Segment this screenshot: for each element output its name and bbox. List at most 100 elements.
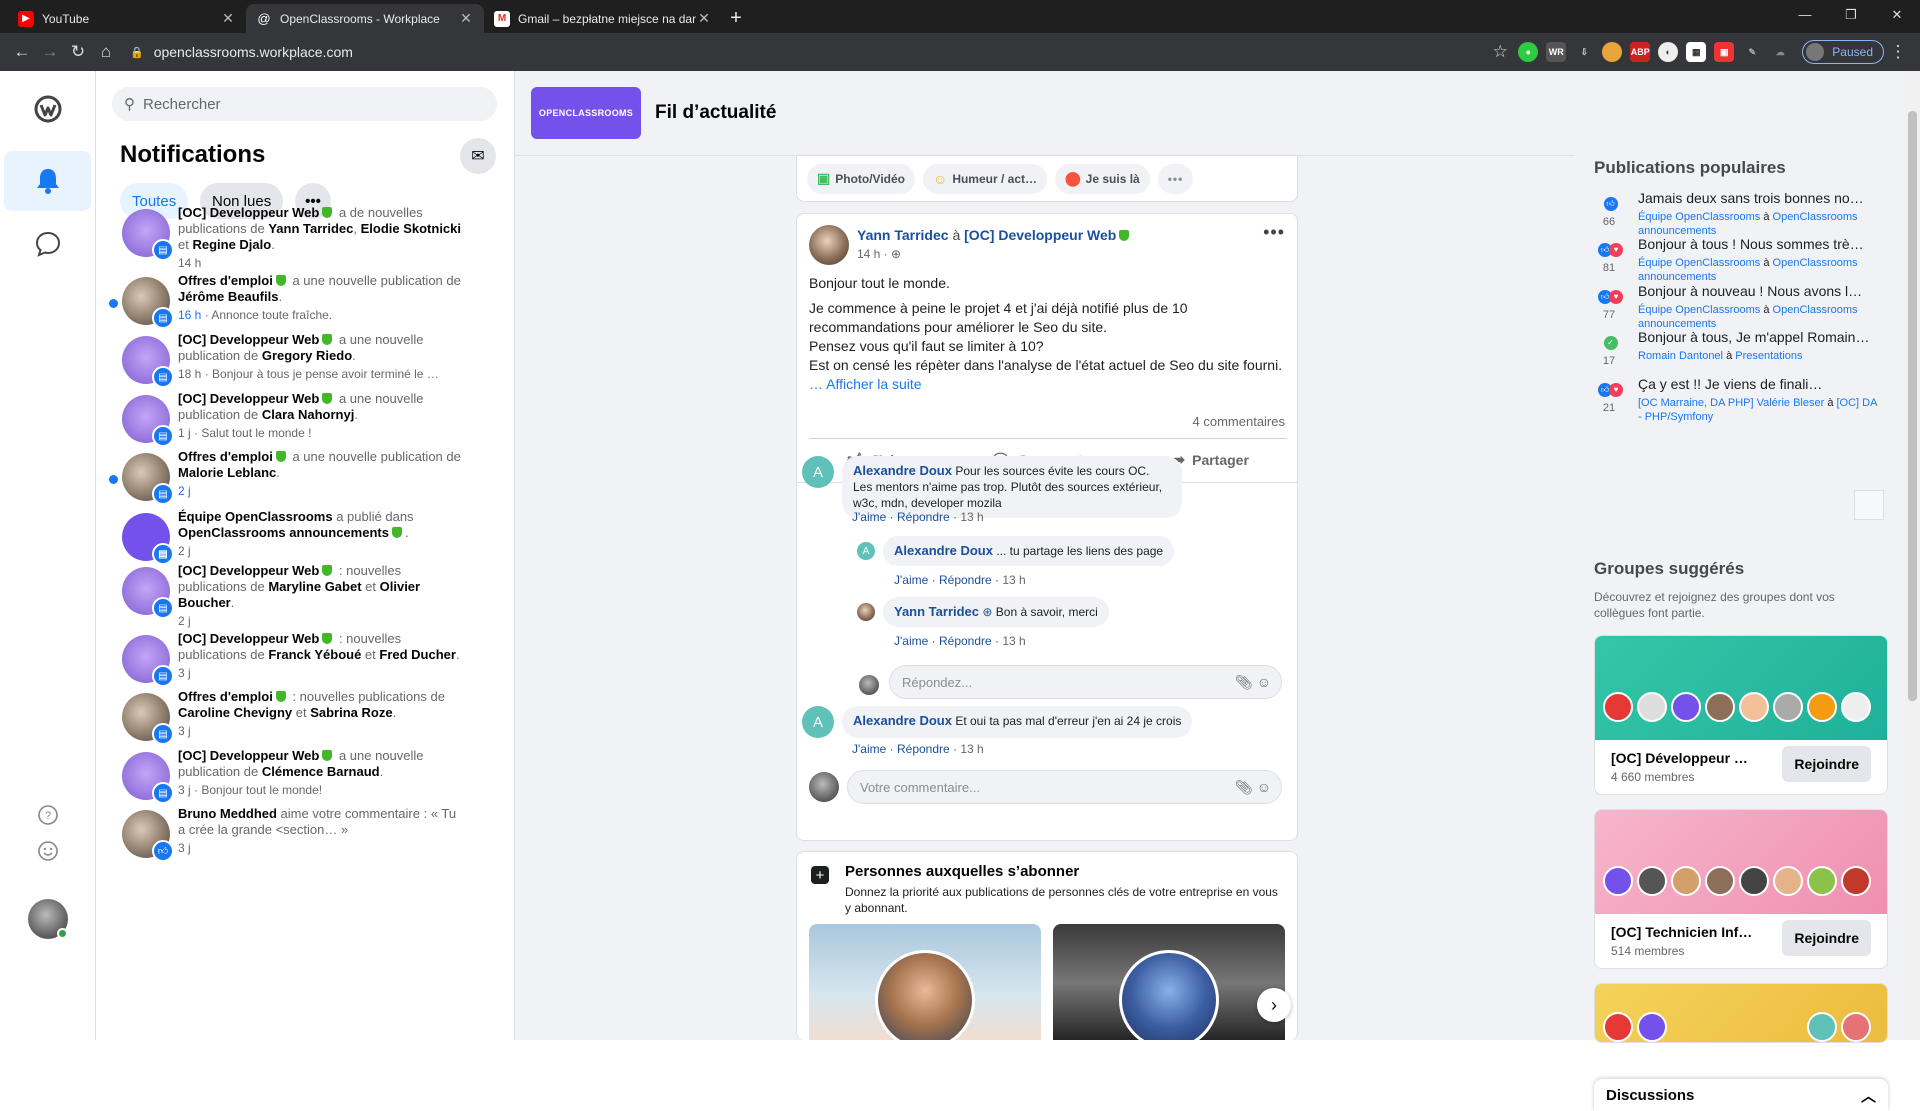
mark-all-read-button[interactable]: ✉ — [460, 138, 496, 174]
bookmark-star-icon[interactable]: ☆ — [1486, 38, 1514, 66]
tab-gmail[interactable]: M Gmail – bezpłatne miejsce na dane ✕ — [484, 4, 722, 33]
back-icon[interactable]: ← — [8, 38, 36, 66]
comment-author[interactable]: Alexandre Doux — [853, 713, 952, 728]
notification-item[interactable]: ▤ [OC] Developpeur Web a une nouvelle pub… — [104, 748, 504, 804]
minimize-icon[interactable]: — — [1782, 0, 1828, 33]
popular-post-author[interactable]: Équipe OpenClassrooms — [1638, 304, 1760, 316]
comment-author[interactable]: Yann Tarridec — [894, 604, 979, 619]
popular-post-group[interactable]: Presentations — [1735, 350, 1802, 362]
group-card[interactable] — [1594, 983, 1888, 1043]
notification-item[interactable]: ▤ [OC] Developpeur Web a de nouvelles pub… — [104, 205, 504, 270]
avatar[interactable] — [857, 603, 875, 621]
notification-item[interactable]: ▤ [OC] Developpeur Web a une nouvelle pub… — [104, 332, 504, 388]
notification-item[interactable]: ▤ [OC] Developpeur Web : nouvelles public… — [104, 563, 504, 628]
discussions-bar[interactable]: Discussions ︿ — [1594, 1079, 1888, 1111]
group-name[interactable]: [OC] Développeur … — [1611, 750, 1761, 766]
check-in-button[interactable]: ⬤ Je suis là — [1055, 163, 1150, 194]
next-arrow-button[interactable]: › — [1257, 988, 1291, 1022]
popular-post-author[interactable]: Équipe OpenClassrooms — [1638, 211, 1760, 223]
extension-icon[interactable] — [1602, 42, 1623, 62]
tab-workplace[interactable]: @ OpenClassrooms - Workplace ✕ — [246, 4, 484, 33]
avatar[interactable]: A — [802, 706, 834, 738]
feedback-button[interactable] — [4, 831, 91, 871]
profile-avatar-button[interactable] — [4, 889, 91, 949]
extension-icon[interactable]: ▣ — [1714, 42, 1735, 62]
person-card[interactable] — [809, 924, 1041, 1040]
post-time[interactable]: 14 h — [857, 247, 880, 261]
group-card[interactable]: [OC] Technicien Inf… 514 membres Rejoind… — [1594, 809, 1888, 969]
popular-post[interactable]: 👍︎ ♥ 21 Ça y est !! Je viens de finali… [OC … — [1594, 376, 1884, 432]
group-name[interactable]: [OC] Technicien Inf… — [1611, 924, 1761, 940]
comment-like-link[interactable]: J'aime — [894, 573, 928, 587]
extension-icon[interactable]: ▦ — [1686, 42, 1707, 62]
comment-time[interactable]: 13 h — [1002, 634, 1025, 648]
comment-input[interactable]: Votre commentaire... 📎︎ ☺ — [847, 770, 1282, 804]
help-button[interactable]: ? — [4, 795, 91, 835]
new-tab-button[interactable]: + — [722, 4, 750, 33]
photo-video-button[interactable]: ▣ Photo/Vidéo — [807, 163, 916, 194]
more-composer-button[interactable]: ••• — [1157, 163, 1194, 194]
popular-post-title[interactable]: Ça y est !! Je viens de finali… — [1638, 376, 1878, 392]
extension-icon[interactable]: ◐ — [1658, 42, 1679, 62]
openclassrooms-logo[interactable]: OPENCLASSROOMS — [531, 87, 641, 139]
window-close-icon[interactable]: ✕ — [1874, 0, 1920, 33]
tab-youtube[interactable]: ▶ YouTube ✕ — [8, 4, 246, 33]
notification-item[interactable]: ▤ Équipe OpenClassrooms a publié dans Ope… — [104, 509, 504, 565]
popular-post-title[interactable]: Jamais deux sans trois bonnes no… — [1638, 190, 1878, 206]
comment-author[interactable]: Alexandre Doux — [894, 543, 993, 558]
see-more-link[interactable]: Afficher la suite — [826, 376, 921, 392]
url-field[interactable]: 🔒 openclassrooms.workplace.com — [130, 37, 1478, 67]
avatar[interactable]: A — [802, 456, 834, 488]
popular-post-title[interactable]: Bonjour à tous ! Nous sommes trè… — [1638, 236, 1878, 252]
person-card[interactable] — [1053, 924, 1285, 1040]
close-icon[interactable]: ✕ — [220, 10, 236, 27]
comment-reply-link[interactable]: Répondre — [897, 510, 950, 524]
share-button[interactable]: ➦ Partager — [1172, 450, 1249, 470]
restore-icon[interactable]: ❐ — [1828, 0, 1874, 33]
search-input[interactable]: ⚲ Rechercher — [112, 87, 497, 121]
post-options-button[interactable]: ••• — [1263, 222, 1285, 243]
close-icon[interactable]: ✕ — [696, 10, 712, 27]
home-icon[interactable]: ⌂ — [92, 38, 120, 66]
group-card[interactable]: [OC] Développeur … 4 660 membres Rejoind… — [1594, 635, 1888, 795]
comment-reply-link[interactable]: Répondre — [897, 742, 950, 756]
post-author-link[interactable]: Yann Tarridec — [857, 227, 949, 243]
popular-post-author[interactable]: Romain Dantonel — [1638, 350, 1723, 362]
extension-icon[interactable]: ⇩ — [1574, 42, 1594, 62]
popular-post-title[interactable]: Bonjour à nouveau ! Nous avons l… — [1638, 283, 1878, 299]
join-group-button[interactable]: Rejoindre — [1782, 920, 1871, 956]
menu-icon[interactable]: ⋮ — [1884, 38, 1912, 66]
notifications-button[interactable] — [4, 151, 91, 211]
avatar[interactable]: A — [857, 542, 875, 560]
scrollbar-thumb[interactable] — [1908, 111, 1917, 701]
page-scrollbar[interactable] — [1905, 71, 1920, 1040]
comment-reply-link[interactable]: Répondre — [939, 573, 992, 587]
extension-icon[interactable]: ABP — [1630, 42, 1651, 62]
notification-item[interactable]: 👍︎ Bruno Meddhed aime votre commentaire :… — [104, 806, 504, 862]
close-icon[interactable]: ✕ — [458, 10, 474, 27]
profile-button[interactable]: Paused — [1802, 40, 1884, 64]
extension-icon[interactable]: ✎ — [1742, 42, 1762, 62]
comment-like-link[interactable]: J'aime — [852, 742, 886, 756]
comment-time[interactable]: 13 h — [960, 742, 983, 756]
reply-input[interactable]: Répondez... 📎︎ ☺ — [889, 665, 1282, 699]
post-group-link[interactable]: [OC] Developpeur Web — [964, 227, 1116, 243]
forward-icon[interactable]: → — [36, 38, 64, 66]
comment-like-link[interactable]: J'aime — [852, 510, 886, 524]
comments-count-link[interactable]: 4 commentaires — [1193, 414, 1285, 429]
notification-item[interactable]: ▤ Offres d'emploi a une nouvelle publicat… — [104, 273, 504, 329]
post-thumbnail[interactable] — [1854, 490, 1884, 520]
notification-item[interactable]: ▤ Offres d'emploi : nouvelles publication… — [104, 689, 504, 745]
comment-time[interactable]: 13 h — [1002, 573, 1025, 587]
notification-item[interactable]: ▤ Offres d'emploi a une nouvelle publicat… — [104, 449, 504, 505]
workplace-home-button[interactable] — [4, 79, 91, 139]
notification-item[interactable]: ▤ [OC] Developpeur Web a une nouvelle pub… — [104, 391, 504, 447]
attach-and-emoji-icons[interactable]: 📎︎ ☺ — [1235, 674, 1271, 691]
join-group-button[interactable]: Rejoindre — [1782, 746, 1871, 782]
comment-like-link[interactable]: J'aime — [894, 634, 928, 648]
comment-author[interactable]: Alexandre Doux — [853, 463, 952, 478]
chat-button[interactable] — [4, 214, 91, 274]
extension-icon[interactable]: ☁ — [1770, 42, 1790, 62]
reload-icon[interactable]: ↻ — [64, 38, 92, 66]
extension-icon[interactable]: WR — [1546, 42, 1567, 62]
